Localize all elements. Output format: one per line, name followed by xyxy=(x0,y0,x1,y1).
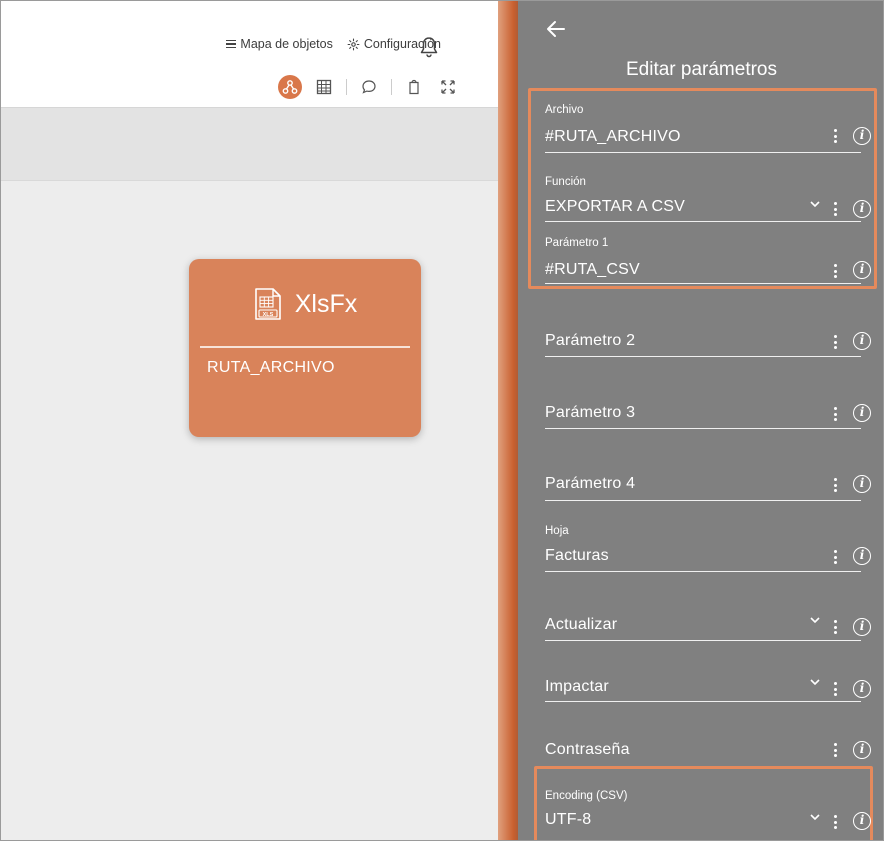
kebab-menu-icon[interactable] xyxy=(833,550,837,564)
flow-view-button[interactable] xyxy=(278,75,302,99)
field-parametro-2[interactable]: Parámetro 2 i xyxy=(545,321,871,361)
comments-button[interactable] xyxy=(357,75,381,99)
menu-icon xyxy=(226,40,237,48)
node-title: XlsFx xyxy=(294,289,358,318)
info-icon[interactable]: i xyxy=(853,404,871,422)
field-encoding-csv[interactable]: Encoding (CSV) UTF-8 i xyxy=(545,787,871,837)
panel-title: Editar parámetros xyxy=(625,59,777,80)
xls-icon-text: XLS xyxy=(262,312,273,318)
field-underline xyxy=(545,500,861,501)
field-contrasena[interactable]: Contraseña i xyxy=(545,730,871,764)
field-value: #RUTA_CSV xyxy=(545,261,640,278)
object-map-label: Mapa de objetos xyxy=(240,37,333,51)
object-map-link[interactable]: Mapa de objetos xyxy=(226,37,333,51)
info-icon[interactable]: i xyxy=(853,200,871,218)
field-parametro-4[interactable]: Parámetro 4 i xyxy=(545,464,871,504)
node-subtitle: RUTA_ARCHIVO xyxy=(207,359,335,376)
xlsfx-node[interactable]: XLS XlsFx RUTA_ARCHIVO xyxy=(189,259,421,437)
field-underline xyxy=(545,571,861,572)
hierarchy-icon xyxy=(282,80,298,94)
info-icon[interactable]: i xyxy=(853,332,871,350)
info-icon[interactable]: i xyxy=(853,127,871,145)
kebab-menu-icon[interactable] xyxy=(833,202,837,216)
field-underline xyxy=(545,221,861,222)
back-arrow-icon[interactable] xyxy=(546,20,566,38)
field-value: UTF-8 xyxy=(545,811,592,828)
chevron-down-icon[interactable] xyxy=(809,677,821,687)
field-actualizar[interactable]: Actualizar i xyxy=(545,605,871,645)
info-icon[interactable]: i xyxy=(853,475,871,493)
view-icons xyxy=(278,75,460,99)
toolbar-separator xyxy=(391,79,392,95)
app-window: Mapa de objetos Configuración XLS XlsFx … xyxy=(0,0,884,841)
chevron-down-icon[interactable] xyxy=(809,812,821,822)
kebab-menu-icon[interactable] xyxy=(833,478,837,492)
field-label: Archivo xyxy=(545,104,584,116)
expand-icon xyxy=(441,80,455,94)
kebab-menu-icon[interactable] xyxy=(833,335,837,349)
xls-file-icon: XLS xyxy=(254,288,281,320)
fullscreen-button[interactable] xyxy=(436,75,460,99)
field-label: Parámetro 1 xyxy=(545,237,609,249)
bell-icon[interactable] xyxy=(419,36,439,58)
field-parametro-3[interactable]: Parámetro 3 i xyxy=(545,393,871,433)
info-icon[interactable]: i xyxy=(853,261,871,279)
node-divider xyxy=(200,346,410,348)
kebab-menu-icon[interactable] xyxy=(833,815,837,829)
field-underline xyxy=(545,428,861,429)
field-underline xyxy=(545,283,861,284)
field-underline xyxy=(545,701,861,702)
field-value: Actualizar xyxy=(545,616,618,633)
field-value: EXPORTAR A CSV xyxy=(545,198,686,215)
chevron-down-icon[interactable] xyxy=(809,615,821,625)
kebab-menu-icon[interactable] xyxy=(833,682,837,696)
field-value: Parámetro 3 xyxy=(545,404,636,421)
toolbar-separator xyxy=(346,79,347,95)
kebab-menu-icon[interactable] xyxy=(833,129,837,143)
field-label: Hoja xyxy=(545,525,569,537)
chevron-down-icon[interactable] xyxy=(809,199,821,209)
info-icon[interactable]: i xyxy=(853,741,871,759)
info-icon[interactable]: i xyxy=(853,680,871,698)
field-hoja[interactable]: Hoja Facturas i xyxy=(545,522,871,574)
clipboard-button[interactable] xyxy=(402,75,426,99)
node-header: XLS XlsFx xyxy=(189,287,421,321)
info-icon[interactable]: i xyxy=(853,618,871,636)
kebab-menu-icon[interactable] xyxy=(833,407,837,421)
field-label: Encoding (CSV) xyxy=(545,790,628,802)
field-label: Función xyxy=(545,176,586,188)
field-value: Parámetro 2 xyxy=(545,332,636,349)
field-parametro-1[interactable]: Parámetro 1 #RUTA_CSV i xyxy=(545,234,871,284)
field-funcion[interactable]: Función EXPORTAR A CSV i xyxy=(545,173,871,225)
comment-icon xyxy=(362,80,376,94)
top-toolbar: Mapa de objetos Configuración xyxy=(1,1,501,107)
table-view-button[interactable] xyxy=(312,75,336,99)
panel-edge xyxy=(498,1,520,840)
field-value: Impactar xyxy=(545,678,609,695)
edit-parameters-panel: Editar parámetros Archivo #RUTA_ARCHIVO … xyxy=(518,1,883,840)
field-underline xyxy=(545,640,861,641)
table-icon xyxy=(316,79,332,95)
kebab-menu-icon[interactable] xyxy=(833,620,837,634)
clipboard-icon xyxy=(409,79,419,95)
toolbar-links: Mapa de objetos Configuración xyxy=(226,37,441,51)
field-value: Facturas xyxy=(545,547,609,564)
field-value: Contraseña xyxy=(545,741,630,758)
field-underline xyxy=(545,356,861,357)
field-value: Parámetro 4 xyxy=(545,475,636,492)
field-archivo[interactable]: Archivo #RUTA_ARCHIVO i xyxy=(545,101,871,155)
field-impactar[interactable]: Impactar i xyxy=(545,667,871,707)
field-value: #RUTA_ARCHIVO xyxy=(545,128,681,145)
kebab-menu-icon[interactable] xyxy=(833,264,837,278)
field-underline xyxy=(545,152,861,153)
gear-icon xyxy=(347,38,360,50)
kebab-menu-icon[interactable] xyxy=(833,743,837,757)
canvas-header-band xyxy=(1,107,501,181)
info-icon[interactable]: i xyxy=(853,812,871,830)
info-icon[interactable]: i xyxy=(853,547,871,565)
